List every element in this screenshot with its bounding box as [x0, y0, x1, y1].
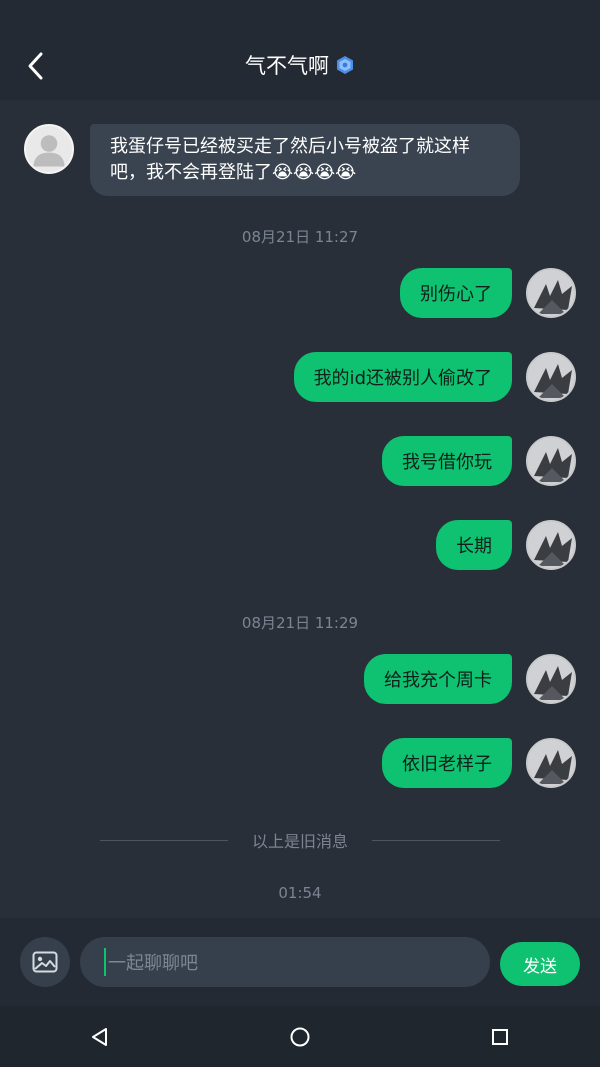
image-picker-button[interactable]: [20, 937, 70, 987]
message-bubble[interactable]: 我的id还被别人偷改了: [293, 352, 512, 402]
nav-home-button[interactable]: [260, 1012, 340, 1062]
chevron-left-icon: [28, 52, 43, 80]
user-avatar[interactable]: [526, 738, 576, 788]
outgoing-message: 依旧老样子: [382, 738, 576, 788]
contact-name: 气不气啊: [245, 54, 329, 78]
user-avatar-image: [528, 438, 574, 484]
user-avatar-image: [528, 740, 574, 786]
contact-avatar[interactable]: [24, 124, 74, 174]
verified-badge-icon: [337, 56, 353, 74]
message-timestamp: 08月21日 11:29: [241, 614, 359, 632]
square-recents-icon: [492, 1028, 508, 1045]
user-avatar-image: [528, 656, 574, 702]
message-bubble[interactable]: 给我充个周卡: [364, 654, 512, 704]
latest-timestamp: 01:54: [278, 884, 322, 902]
triangle-back-icon: [92, 1027, 107, 1046]
user-avatar[interactable]: [526, 436, 576, 486]
title-wrap: 气不气啊: [245, 50, 355, 80]
chat-header: 气不气啊: [0, 0, 600, 100]
user-avatar[interactable]: [526, 520, 576, 570]
message-list[interactable]: 我蛋仔号已经被买走了然后小号被盗了就这样吧，我不会再登陆了😭😭😭😭 08月21日…: [0, 100, 600, 918]
user-avatar-image: [528, 522, 574, 568]
message-composer: 一起聊聊吧 发送: [0, 918, 600, 1006]
user-avatar[interactable]: [526, 654, 576, 704]
outgoing-message: 别伤心了: [400, 268, 576, 318]
send-button[interactable]: 发送: [500, 942, 580, 986]
divider-line: [372, 839, 501, 841]
circle-home-icon: [290, 1027, 310, 1046]
divider-label: 以上是旧消息: [252, 832, 349, 851]
back-button[interactable]: [20, 48, 52, 84]
text-caret: [104, 948, 106, 976]
user-avatar[interactable]: [526, 352, 576, 402]
outgoing-message: 我的id还被别人偷改了: [293, 352, 576, 402]
message-bubble[interactable]: 长期: [436, 520, 512, 570]
message-input-placeholder: 一起聊聊吧: [108, 953, 198, 974]
outgoing-message: 给我充个周卡: [364, 654, 576, 704]
message-bubble[interactable]: 别伤心了: [400, 268, 512, 318]
default-avatar-icon: [33, 135, 65, 167]
user-avatar-image: [528, 270, 574, 316]
old-messages-divider: 以上是旧消息: [100, 828, 501, 852]
nav-back-button[interactable]: [60, 1012, 140, 1062]
system-navigation-bar: [0, 1006, 600, 1067]
outgoing-message: 长期: [436, 520, 576, 570]
user-avatar[interactable]: [526, 268, 576, 318]
incoming-message: 我蛋仔号已经被买走了然后小号被盗了就这样吧，我不会再登陆了😭😭😭😭: [24, 124, 520, 196]
user-avatar-image: [528, 354, 574, 400]
message-bubble[interactable]: 依旧老样子: [382, 738, 512, 788]
image-icon: [32, 951, 58, 973]
divider-line: [100, 839, 228, 841]
message-timestamp: 08月21日 11:27: [241, 228, 359, 246]
outgoing-message: 我号借你玩: [382, 436, 576, 486]
message-bubble[interactable]: 我号借你玩: [382, 436, 512, 486]
message-bubble[interactable]: 我蛋仔号已经被买走了然后小号被盗了就这样吧，我不会再登陆了😭😭😭😭: [90, 124, 520, 196]
nav-recents-button[interactable]: [460, 1012, 540, 1062]
message-input[interactable]: 一起聊聊吧: [80, 937, 490, 987]
